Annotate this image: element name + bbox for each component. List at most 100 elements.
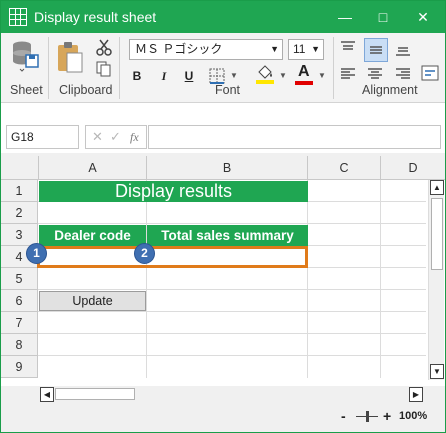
align-top-button[interactable]: [339, 39, 359, 59]
align-bottom-icon: [396, 47, 410, 56]
row-header[interactable]: 8: [1, 334, 38, 356]
font-name-select[interactable]: ＭＳ Ｐゴシック ▼: [129, 39, 283, 60]
results-title-cell[interactable]: Display results: [39, 181, 308, 202]
row-header[interactable]: 6: [1, 290, 38, 312]
row-header[interactable]: 5: [1, 268, 38, 290]
group-label-sheet: Sheet: [10, 83, 43, 97]
check-icon[interactable]: ✓: [110, 129, 121, 145]
align-left-icon: [341, 68, 355, 79]
paste-button[interactable]: [55, 41, 89, 79]
title-bar: Display result sheet — □ ✕: [1, 1, 445, 33]
formula-bar: G18 ✕ ✓ fx: [1, 103, 445, 153]
column-header-b[interactable]: B: [147, 156, 308, 180]
chevron-down-icon: ▼: [279, 71, 287, 80]
scroll-up-arrow-icon[interactable]: ▲: [430, 180, 444, 195]
total-sales-header-cell[interactable]: Total sales summary: [147, 225, 308, 247]
align-top-icon: [341, 41, 355, 50]
gridline: [38, 333, 426, 334]
copy-icon: [96, 61, 111, 77]
gridline: [38, 355, 426, 356]
column-header-d[interactable]: D: [381, 156, 445, 180]
marker-badge: 2: [134, 243, 155, 264]
vertical-scrollbar[interactable]: ▲ ▼: [428, 180, 444, 380]
minimize-button[interactable]: —: [325, 1, 365, 33]
dealer-code-header-cell[interactable]: Dealer code: [39, 225, 146, 247]
formula-input[interactable]: [148, 125, 441, 149]
gridline: [146, 180, 147, 378]
ribbon-separator: [119, 37, 120, 99]
paste-icon: [58, 42, 83, 73]
align-right-icon: [396, 68, 410, 79]
gridline: [307, 180, 308, 378]
underline-button[interactable]: U: [180, 67, 198, 85]
paint-bucket-icon: [256, 65, 274, 84]
align-bottom-button[interactable]: [394, 39, 414, 59]
chevron-down-icon: ▼: [270, 44, 279, 54]
zoom-in-button[interactable]: +: [383, 408, 391, 424]
align-center-button[interactable]: [366, 65, 386, 83]
italic-button[interactable]: I: [155, 67, 173, 85]
fill-color-button[interactable]: ▼: [255, 63, 287, 87]
chevron-down-icon: ▼: [311, 44, 320, 54]
zoom-slider-thumb[interactable]: [366, 411, 369, 422]
font-color-swatch: [295, 81, 313, 85]
scroll-right-arrow-icon[interactable]: ▶: [409, 387, 423, 402]
row-header[interactable]: 7: [1, 312, 38, 334]
column-header-c[interactable]: C: [308, 156, 381, 180]
horizontal-scroll-thumb[interactable]: [55, 388, 135, 400]
row-header[interactable]: 2: [1, 202, 38, 224]
scroll-down-arrow-icon[interactable]: ▼: [430, 364, 444, 379]
align-middle-button[interactable]: [364, 38, 388, 62]
vertical-scroll-thumb[interactable]: [431, 198, 443, 270]
align-middle-icon: [370, 46, 382, 54]
select-all-corner[interactable]: [1, 156, 39, 180]
cut-button[interactable]: [95, 38, 113, 56]
chevron-down-icon: ▼: [318, 71, 326, 80]
maximize-button[interactable]: □: [363, 1, 403, 33]
group-label-alignment: Alignment: [362, 83, 418, 97]
formula-buttons: ✕ ✓ fx: [85, 125, 147, 149]
group-label-font: Font: [215, 83, 241, 97]
font-color-button[interactable]: A ▼: [294, 63, 326, 87]
column-header-a[interactable]: A: [39, 156, 147, 180]
close-button[interactable]: ✕: [403, 1, 443, 33]
scissors-icon: [96, 39, 112, 56]
sheet-button[interactable]: [7, 39, 43, 81]
font-name-value: ＭＳ Ｐゴシック: [135, 42, 223, 56]
status-bar: - + 100%: [1, 403, 445, 432]
database-sheet-icon: [13, 41, 39, 72]
update-button[interactable]: Update: [39, 291, 146, 311]
window-title: Display result sheet: [34, 9, 157, 25]
zoom-level: 100%: [399, 410, 428, 422]
align-left-button[interactable]: [339, 65, 359, 83]
font-color-icon: A: [298, 63, 310, 80]
wrap-text-button[interactable]: [421, 63, 441, 85]
gridline: [38, 223, 426, 224]
copy-button[interactable]: [95, 60, 113, 78]
row-header[interactable]: 1: [1, 180, 38, 202]
row-header[interactable]: 9: [1, 356, 38, 378]
gridline: [38, 289, 426, 290]
bold-button[interactable]: B: [128, 67, 146, 85]
gridline: [38, 311, 426, 312]
gridline: [380, 180, 381, 378]
font-size-select[interactable]: 11 ▼: [288, 39, 324, 60]
marker-badge: 1: [26, 243, 47, 264]
chevron-down-icon: ▼: [230, 71, 238, 80]
app-window: Display result sheet — □ ✕ Sheet Clipboa…: [0, 0, 446, 433]
ribbon: Sheet Clipboard ＭＳ Ｐゴシック ▼ 11 ▼ B I U ▼ …: [1, 33, 445, 103]
zoom-out-button[interactable]: -: [341, 408, 346, 424]
cancel-icon[interactable]: ✕: [92, 129, 103, 145]
function-icon[interactable]: fx: [130, 130, 139, 145]
horizontal-scrollbar[interactable]: ◀ ▶: [38, 386, 428, 403]
name-box[interactable]: G18: [6, 125, 79, 149]
highlight-box: [37, 246, 308, 268]
ribbon-separator: [48, 37, 49, 99]
wrap-text-icon: [421, 65, 439, 81]
group-label-clipboard: Clipboard: [59, 83, 113, 97]
align-center-icon: [368, 68, 382, 79]
borders-icon: [209, 68, 225, 84]
spreadsheet-grid: A B C D 1 2 3 4 5 6 7 8 9 Display result…: [1, 156, 445, 386]
scroll-left-arrow-icon[interactable]: ◀: [40, 387, 54, 402]
align-right-button[interactable]: [394, 65, 414, 83]
